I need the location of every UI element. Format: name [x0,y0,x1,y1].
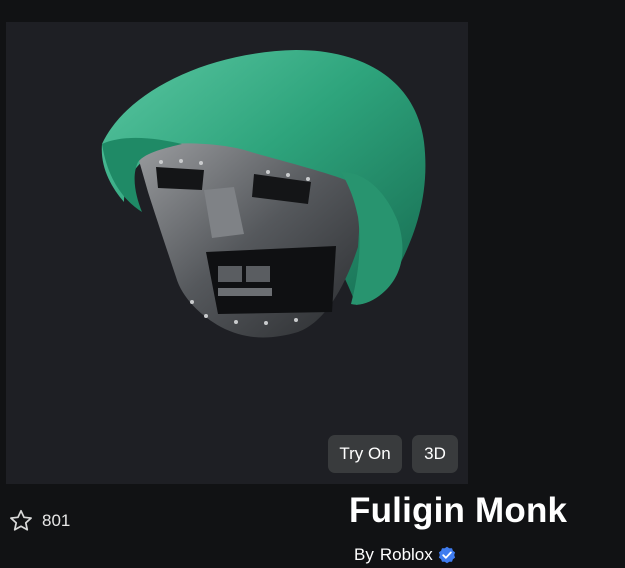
favorite-count: 801 [42,511,71,530]
try-on-button[interactable]: Try On [328,435,402,473]
item-thumbnail: Try On 3D [6,22,468,484]
star-outline-icon [10,509,32,531]
item-title: Fuligin Monk [349,491,568,530]
fuligin-monk-hood-image [101,50,426,338]
view-3d-button[interactable]: 3D [412,435,458,473]
verified-badge-icon [438,546,455,564]
creator-link[interactable]: Roblox [380,545,433,565]
byline-prefix: By [354,545,374,564]
favorite-toggle[interactable]: 801 [8,508,70,534]
creator-byline: By Roblox [354,545,456,565]
